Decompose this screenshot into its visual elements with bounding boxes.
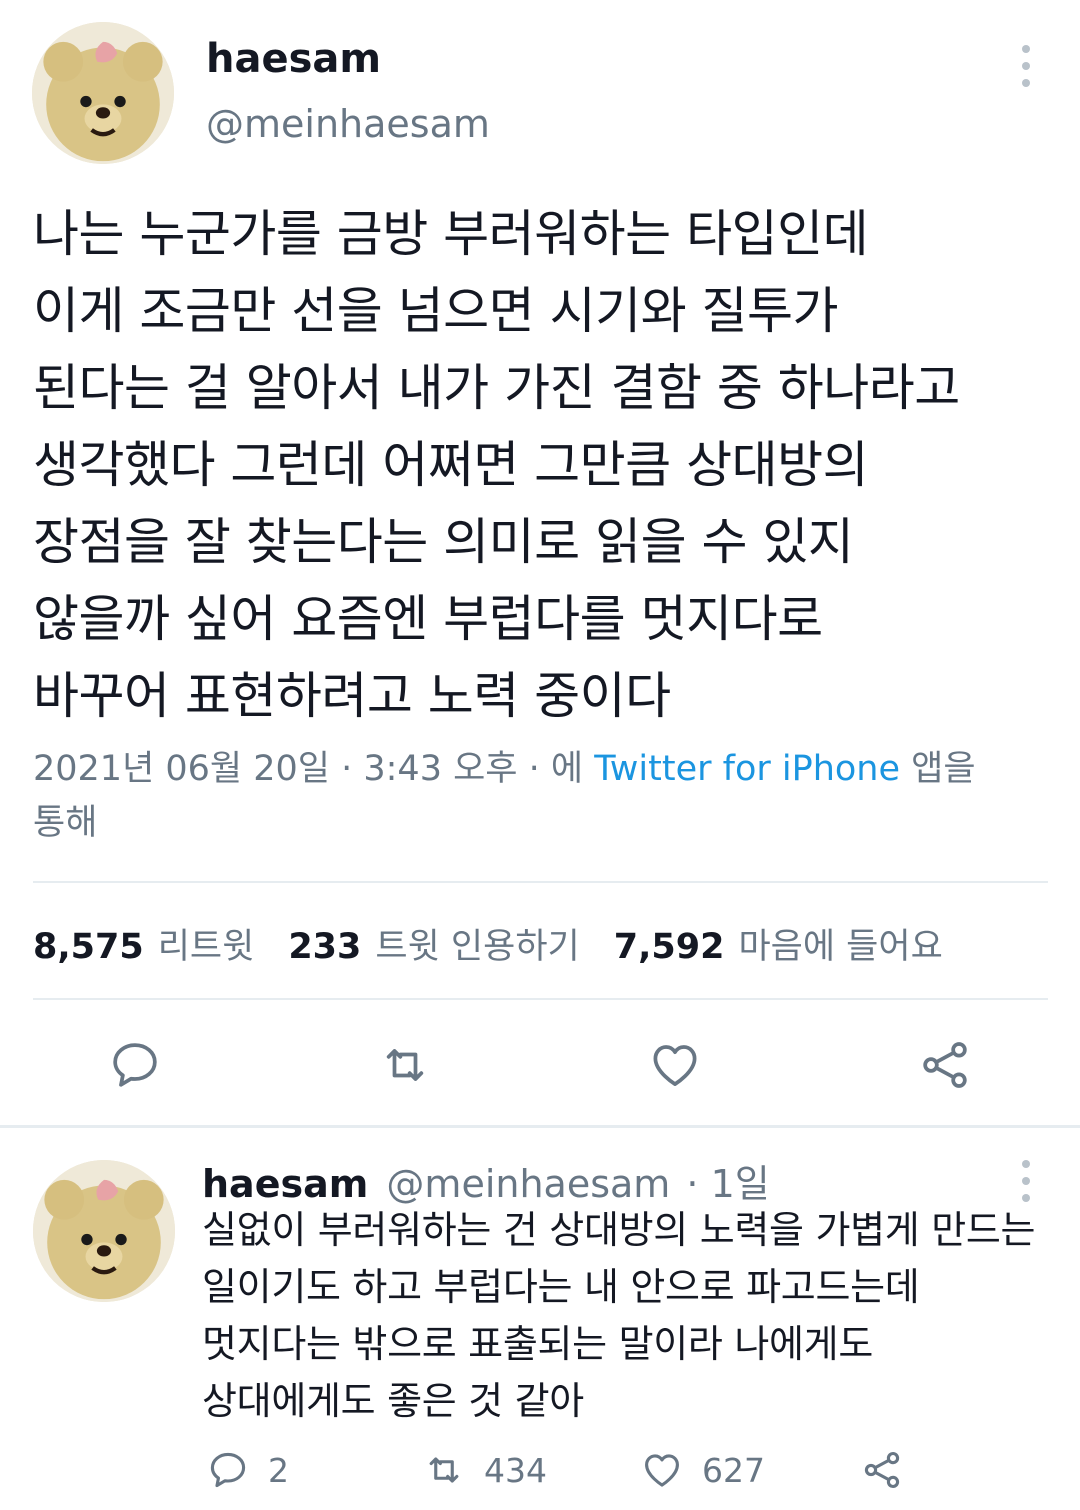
like-button[interactable]: [640, 1030, 710, 1100]
reply-icon: [113, 1043, 157, 1087]
section-divider: [0, 1125, 1080, 1128]
reply-button[interactable]: [100, 1030, 170, 1100]
user-handle[interactable]: @meinhaesam: [206, 102, 490, 146]
divider: [33, 881, 1048, 883]
heart-icon: [645, 1454, 679, 1487]
tweet-body-line: 생각했다 그런데 어쩌면 그만큼 상대방의: [33, 436, 869, 494]
share-button[interactable]: [910, 1030, 980, 1100]
reply-retweet-button[interactable]: 434: [422, 1448, 547, 1492]
source-link[interactable]: Twitter for iPhone: [594, 749, 900, 789]
reply-more-options-icon[interactable]: [1014, 1160, 1038, 1202]
quote-label[interactable]: 트윗 인용하기: [375, 918, 579, 969]
more-options-icon[interactable]: [1014, 45, 1038, 87]
tweet-body-line: 이게 조금만 선을 넘으면 시기와 질투가: [33, 282, 838, 340]
retweet-icon: [386, 1049, 424, 1081]
tweet-body: 나는 누군가를 금방 부러워하는 타입인데 이게 조금만 선을 넘으면 시기와 …: [33, 196, 960, 735]
timestamp-text: 2021년 06월 20일 · 3:43 오후 · 에: [33, 749, 595, 789]
retweet-icon: [429, 1457, 459, 1483]
retweet-count[interactable]: 8,575: [33, 927, 144, 967]
reply-header: haesam @meinhaesam · 1일: [202, 1153, 770, 1208]
tweet-timestamp: 2021년 06월 20일 · 3:43 오후 · 에 Twitter for …: [33, 742, 1043, 850]
retweet-button[interactable]: [370, 1030, 440, 1100]
display-name[interactable]: haesam: [206, 36, 381, 82]
tweet-body-line: 나는 누군가를 금방 부러워하는 타입인데: [33, 205, 869, 263]
like-label[interactable]: 마음에 들어요: [738, 918, 942, 969]
reply-body-line: 멋지다는 밖으로 표출되는 말이라 나에게도: [202, 1322, 873, 1366]
tweet-body-line: 된다는 걸 알아서 내가 가진 결함 중 하나라고: [33, 359, 960, 417]
tweet-stats: 8,575 리트윗 233 트윗 인용하기 7,592 마음에 들어요: [33, 918, 977, 969]
tweet-body-line: 장점을 잘 찾는다는 의미로 읽을 수 있지: [33, 513, 854, 571]
reply-body-line: 일이기도 하고 부럽다는 내 안으로 파고드는데: [202, 1265, 920, 1309]
reply-time[interactable]: · 1일: [686, 1162, 769, 1206]
share-icon: [923, 1042, 967, 1088]
reply-reply-count: 2: [268, 1450, 289, 1490]
reply-body-line: 실없이 부러워하는 건 상대방의 노력을 가볍게 만드는: [202, 1208, 1036, 1252]
reply-body-line: 상대에게도 좋은 것 같아: [202, 1379, 584, 1423]
timestamp-line2: 통해: [33, 803, 98, 843]
teddy-avatar-image: [33, 1160, 175, 1302]
reply-body: 실없이 부러워하는 건 상대방의 노력을 가볍게 만드는 일이기도 하고 부럽다…: [202, 1202, 1036, 1430]
teddy-avatar-image: [32, 22, 174, 164]
reply-share-button[interactable]: [860, 1448, 922, 1492]
tweet-body-line: 않을까 싶어 요즘엔 부럽다를 멋지다로: [33, 590, 823, 648]
reply-avatar[interactable]: [33, 1160, 175, 1302]
avatar[interactable]: [32, 22, 174, 164]
reply-retweet-count: 434: [484, 1450, 547, 1490]
heart-icon: [653, 1045, 697, 1086]
reply-like-count: 627: [702, 1450, 765, 1490]
divider: [33, 998, 1048, 1000]
share-icon: [864, 1451, 900, 1489]
tweet-body-line: 바꾸어 표현하려고 노력 중이다: [33, 667, 671, 725]
reply-like-button[interactable]: 627: [640, 1448, 765, 1492]
like-count[interactable]: 7,592: [614, 927, 725, 967]
timestamp-suffix: 앱을: [900, 749, 976, 789]
reply-reply-button[interactable]: 2: [206, 1448, 289, 1492]
reply-display-name[interactable]: haesam: [202, 1162, 368, 1206]
retweet-label[interactable]: 리트윗: [158, 918, 255, 969]
reply-handle[interactable]: @meinhaesam: [386, 1162, 670, 1206]
quote-count[interactable]: 233: [288, 927, 361, 967]
reply-icon: [210, 1452, 246, 1488]
